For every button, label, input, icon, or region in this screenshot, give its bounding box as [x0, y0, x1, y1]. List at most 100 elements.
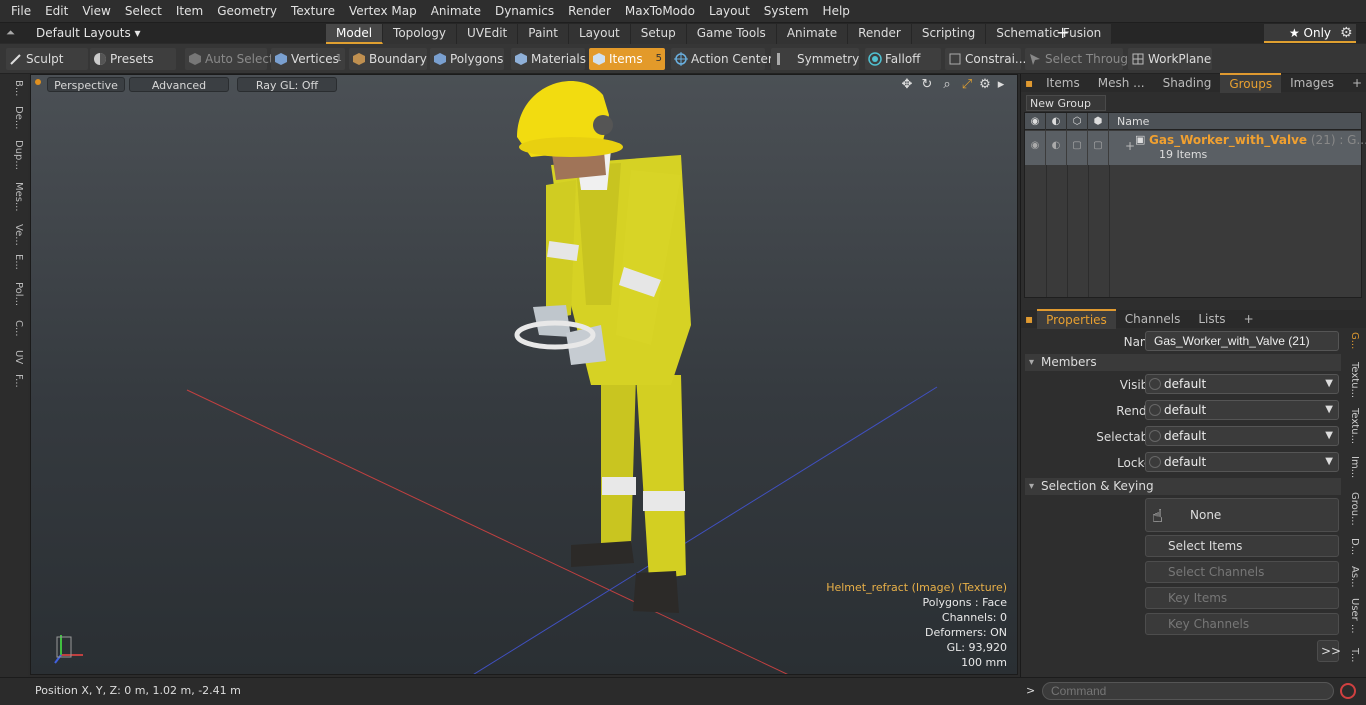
items-button[interactable]: Items 5 [589, 48, 665, 70]
tab-images[interactable]: Images [1281, 74, 1343, 92]
expand-plus-icon[interactable]: + [1125, 139, 1135, 153]
record-icon[interactable] [1340, 683, 1356, 699]
command-arrow-icon[interactable]: > [1026, 684, 1035, 697]
3d-viewport[interactable]: Perspective Advanced Ray GL: Off ✥ ↻ ⌕ ⤢… [30, 74, 1018, 675]
add-panel-tab-icon[interactable]: + [1343, 74, 1366, 92]
symmetry-button[interactable]: Symmetry [771, 48, 859, 70]
menu-file[interactable]: File [4, 0, 38, 22]
strip-tab-6[interactable]: E... [4, 254, 24, 270]
strip-tab-1[interactable]: B... [4, 80, 24, 96]
strip-tab-3[interactable]: Dup... [4, 140, 24, 170]
more-button[interactable]: >> [1317, 640, 1341, 662]
menu-view[interactable]: View [75, 0, 117, 22]
menu-layout[interactable]: Layout [702, 0, 757, 22]
menu-system[interactable]: System [757, 0, 816, 22]
selectable-select[interactable]: default ▼ [1145, 426, 1339, 446]
visibility-col-icon[interactable]: ◉ [1025, 113, 1046, 130]
gear-icon[interactable]: ⚙ [1340, 25, 1353, 41]
tab-shading[interactable]: Shading [1154, 74, 1221, 92]
workplane-button[interactable]: WorkPlane [1128, 48, 1212, 70]
menu-item[interactable]: Item [169, 0, 210, 22]
selection-keying-section[interactable]: Selection & Keying [1025, 478, 1341, 495]
menu-texture[interactable]: Texture [284, 0, 342, 22]
layout-dropdown[interactable]: Default Layouts ▾ [36, 24, 141, 43]
presets-button[interactable]: Presets [90, 48, 176, 70]
panel-dot-icon[interactable]: ▪ [1021, 74, 1037, 92]
tab-topology[interactable]: Topology [383, 24, 458, 44]
menu-maxtomodo[interactable]: MaxToModo [618, 0, 702, 22]
constraints-button[interactable]: Constrai... [945, 48, 1026, 70]
tab-render[interactable]: Render [848, 24, 912, 44]
tab-mesh[interactable]: Mesh ... [1089, 74, 1154, 92]
menu-help[interactable]: Help [816, 0, 857, 22]
strip-tab-5[interactable]: Ve... [4, 224, 24, 246]
props-dot-icon[interactable]: ▪ [1021, 310, 1037, 328]
group-row[interactable]: ◉ ◐ ▢ ▢ + ▣ Gas_Worker_with_Valve (21) :… [1025, 131, 1366, 165]
strip-tab-10[interactable]: F... [4, 374, 24, 388]
none-button[interactable]: ☝ None [1145, 498, 1339, 532]
select-items-button[interactable]: Select Items [1145, 535, 1339, 557]
falloff-button[interactable]: Falloff [865, 48, 941, 70]
vtab-2[interactable]: Textu... [1344, 362, 1360, 398]
row-lock-icon[interactable]: ▢ [1088, 131, 1109, 165]
locked-select[interactable]: default ▼ [1145, 452, 1339, 472]
vtab-7[interactable]: As... [1344, 566, 1360, 588]
members-section[interactable]: Members [1025, 354, 1341, 371]
new-group-button[interactable]: New Group [1026, 95, 1106, 111]
menu-vertex-map[interactable]: Vertex Map [342, 0, 424, 22]
tab-uvedit[interactable]: UVEdit [457, 24, 519, 44]
name-column-header[interactable]: Name [1117, 115, 1149, 128]
tab-setup[interactable]: Setup [630, 24, 687, 44]
auto-select-button[interactable]: Auto Select [185, 48, 274, 70]
boundary-button[interactable]: Boundary [349, 48, 427, 70]
action-center-button[interactable]: Action Center [671, 48, 773, 70]
tab-layout[interactable]: Layout [568, 24, 631, 44]
add-tab-icon[interactable]: + [1056, 24, 1072, 42]
menu-render[interactable]: Render [561, 0, 618, 22]
tab-groups[interactable]: Groups [1220, 73, 1282, 93]
vertices-button[interactable]: Vertices 1 [271, 48, 345, 70]
command-input[interactable] [1042, 682, 1334, 700]
render-col-icon[interactable]: ◐ [1046, 113, 1067, 130]
key-channels-button[interactable]: Key Channels [1145, 613, 1339, 635]
select-channels-button[interactable]: Select Channels [1145, 561, 1339, 583]
tab-lists[interactable]: Lists [1189, 310, 1234, 328]
row-render-icon[interactable]: ◐ [1046, 131, 1067, 165]
tab-animate[interactable]: Animate [776, 24, 849, 44]
collapse-icon[interactable]: ⏶ [6, 26, 20, 40]
row-visibility-icon[interactable]: ◉ [1025, 131, 1046, 165]
vtab-6[interactable]: D... [1344, 538, 1360, 555]
tab-model[interactable]: Model [326, 24, 384, 44]
tab-properties[interactable]: Properties [1037, 309, 1116, 329]
strip-tab-4[interactable]: Mes... [4, 182, 24, 212]
tab-channels[interactable]: Channels [1116, 310, 1190, 328]
strip-tab-9[interactable]: UV [4, 350, 24, 364]
strip-tab-2[interactable]: De... [4, 106, 24, 129]
select-through-button[interactable]: Select Through [1025, 48, 1136, 70]
tab-schematic-fusion[interactable]: Schematic Fusion [986, 24, 1113, 44]
sculpt-button[interactable]: Sculpt [6, 48, 88, 70]
visible-select[interactable]: default ▼ [1145, 374, 1339, 394]
tab-game-tools[interactable]: Game Tools [686, 24, 777, 44]
menu-select[interactable]: Select [118, 0, 169, 22]
vtab-9[interactable]: T... [1344, 648, 1360, 662]
key-items-button[interactable]: Key Items [1145, 587, 1339, 609]
tab-scripting[interactable]: Scripting [911, 24, 987, 44]
vtab-1[interactable]: G... [1344, 332, 1360, 349]
add-props-tab-icon[interactable]: + [1235, 310, 1263, 328]
row-select-icon[interactable]: ▢ [1067, 131, 1088, 165]
strip-tab-7[interactable]: Pol... [4, 282, 24, 306]
vtab-3[interactable]: Textu... [1344, 408, 1360, 444]
vtab-5[interactable]: Grou... [1344, 492, 1360, 526]
lock-col-icon[interactable]: ⬢ [1088, 113, 1109, 130]
menu-animate[interactable]: Animate [424, 0, 488, 22]
render-select[interactable]: default ▼ [1145, 400, 1339, 420]
materials-button[interactable]: Materials [511, 48, 586, 70]
menu-edit[interactable]: Edit [38, 0, 75, 22]
strip-tab-8[interactable]: C... [4, 320, 24, 337]
select-col-icon[interactable]: ⬡ [1067, 113, 1088, 130]
tab-items[interactable]: Items [1037, 74, 1089, 92]
polygons-button[interactable]: Polygons [430, 48, 504, 70]
name-field[interactable] [1145, 331, 1339, 351]
menu-geometry[interactable]: Geometry [210, 0, 284, 22]
